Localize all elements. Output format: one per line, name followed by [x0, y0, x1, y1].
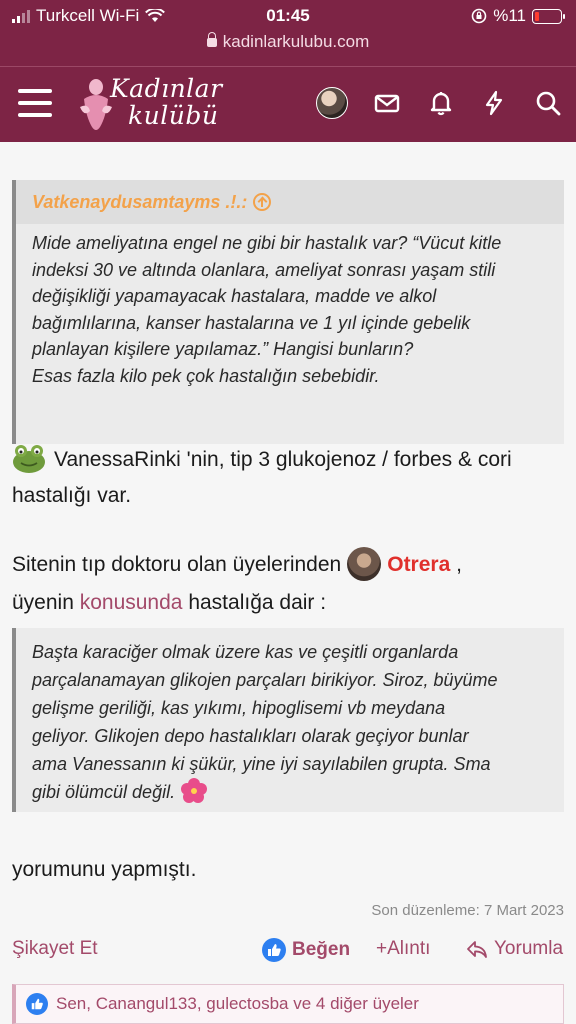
post-text: , [450, 553, 462, 576]
mention-user-link[interactable]: Otrera [387, 553, 450, 576]
url-bar[interactable]: kadinlarkulubu.com [0, 32, 576, 52]
edit-timestamp: Son düzenleme: 7 Mart 2023 [371, 902, 564, 919]
post-text: üyenin [12, 591, 80, 614]
logo-line1: Kadınlar [110, 74, 223, 103]
reply-button[interactable]: Yorumla [466, 938, 563, 960]
logo-text: Kadınlar kulübü [110, 75, 223, 129]
quote-line: Mide ameliyatına engel ne gibi bir hasta… [32, 233, 502, 253]
reply-arrow-icon [467, 941, 487, 958]
report-label: Şikayet Et [12, 938, 98, 959]
quote-line: bağımlılarına, kanser hastalarına ve 1 y… [32, 312, 471, 333]
quote-author[interactable]: Vatkenaydusamtayms .!.: [16, 180, 564, 224]
quote-line: Esas fazla kilo pek çok hastalığın sebeb… [32, 365, 380, 386]
quote-line: gibi ölümcül değil. [32, 778, 548, 806]
quote-block: Başta karaciğer olmak üzere kas ve çeşit… [12, 628, 564, 812]
post-paragraph: yorumunu yapmıştı. [12, 858, 197, 881]
post-content: Vatkenaydusamtayms .!.: Mide ameliyatına… [0, 142, 576, 1024]
search-icon[interactable] [534, 89, 562, 117]
quote-line-text: gibi ölümcül değil. [32, 782, 176, 802]
quote-line: parçalanamayan glikojen parçaları biriki… [32, 670, 498, 690]
logo-line2: kulübü [128, 101, 219, 130]
thumbs-up-icon [262, 938, 286, 962]
logo-figure-icon [80, 79, 112, 130]
like-label: Beğen [292, 939, 351, 960]
hibiscus-emoji-icon [181, 778, 208, 803]
report-button[interactable]: Şikayet Et [12, 938, 98, 960]
like-button[interactable]: Beğen [262, 938, 350, 962]
menu-icon[interactable] [18, 89, 52, 117]
quote-line: değişikliği yapamayacak hastalara, madde… [32, 286, 437, 306]
post-paragraph: Sitenin tıp doktoru olan üyelerinden Otre… [12, 546, 568, 622]
topic-link[interactable]: konusunda [80, 591, 183, 614]
quote-line: indeksi 30 ve altında olanlara, ameliyat… [32, 259, 496, 280]
quote-line: gelişme geriliği, kas yıkımı, hipoglisem… [32, 698, 446, 718]
quote-text: Mide ameliyatına engel ne gibi bir hasta… [16, 224, 564, 395]
doctor-avatar[interactable] [347, 547, 382, 581]
jump-to-quote-icon[interactable] [253, 193, 272, 211]
post-actions: Şikayet Et Beğen +Alıntı Yorumla [12, 938, 564, 968]
url-text: kadinlarkulubu.com [222, 32, 370, 51]
quote-button[interactable]: +Alıntı [376, 938, 430, 960]
status-bar: Turkcell Wi-Fi 01:45 %11 kadinlarkulubu.… [0, 0, 576, 66]
frog-emoji-icon [13, 445, 45, 473]
battery-percent: %11 [493, 6, 526, 25]
mention-user-link[interactable]: VanessaRinki [54, 448, 181, 471]
likes-text[interactable]: Sen, Canangul133, gulectosba ve 4 diğer … [56, 994, 419, 1014]
quote-block: Vatkenaydusamtayms .!.: Mide ameliyatına… [12, 180, 564, 444]
inbox-icon[interactable] [373, 89, 401, 117]
quote-line: ama Vanessanın ki şükür, yine iyi sayıla… [32, 754, 491, 774]
post-paragraph: VanessaRinki 'nin, tip 3 glukojenoz / fo… [12, 442, 568, 514]
quote-line: planlayan kişilere yapılamaz.” Hangisi b… [32, 339, 414, 359]
site-logo[interactable]: Kadınlar kulübü [78, 75, 238, 135]
lightning-icon[interactable] [480, 89, 508, 117]
quote-author-name[interactable]: Vatkenaydusamtayms .!.: [32, 192, 247, 212]
user-avatar[interactable] [316, 87, 348, 119]
bell-icon[interactable] [427, 89, 455, 117]
lock-icon [206, 32, 217, 48]
thumbs-up-icon [26, 993, 48, 1015]
reply-label: Yorumla [494, 938, 564, 959]
likes-summary[interactable]: Sen, Canangul133, gulectosba ve 4 diğer … [12, 984, 564, 1024]
battery-icon [532, 8, 565, 24]
battery-info: %11 [471, 6, 565, 26]
site-header: Kadınlar kulübü [0, 66, 576, 142]
quote-line: Başta karaciğer olmak üzere kas ve çeşit… [32, 642, 459, 662]
orientation-lock-icon [471, 8, 487, 24]
quote-label: +Alıntı [376, 938, 431, 959]
post-text: Sitenin tıp doktoru olan üyelerinden [12, 553, 342, 576]
post-text: hastalığa dair : [182, 591, 327, 614]
quote-line: geliyor. Glikojen depo hastalıkları olar… [32, 726, 469, 746]
